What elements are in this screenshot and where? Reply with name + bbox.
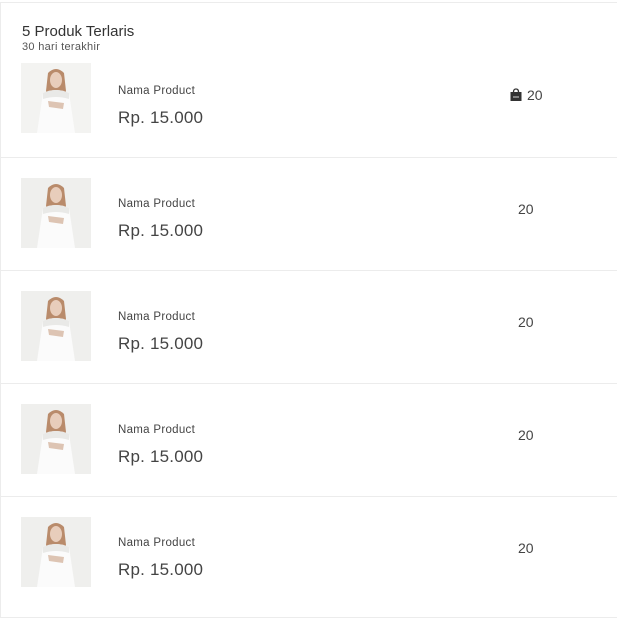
product-price: Rp. 15.000	[118, 560, 204, 579]
product-thumbnail[interactable]	[21, 291, 91, 361]
product-price: Rp. 15.000	[118, 334, 204, 353]
product-name: Nama Product	[118, 537, 196, 549]
product-thumbnail[interactable]	[21, 63, 91, 133]
product-thumbnail[interactable]	[21, 517, 91, 587]
sold-count-value: 20	[518, 427, 534, 443]
product-name: Nama Product	[118, 198, 196, 210]
sold-count: 20	[518, 314, 534, 330]
sold-count: 20	[518, 427, 534, 443]
sold-count: 20	[518, 540, 534, 556]
top-products-card: 5 Produk Terlaris 30 hari terakhir Nama …	[0, 2, 617, 618]
sold-count-value: 20	[518, 201, 534, 217]
shopping-bag-icon	[509, 88, 523, 102]
product-name: Nama Product	[118, 311, 196, 323]
product-thumbnail[interactable]	[21, 178, 91, 248]
sold-count-value: 20	[518, 540, 534, 556]
product-price: Rp. 15.000	[118, 108, 204, 127]
product-row[interactable]: Nama Product Rp. 15.000 20	[1, 157, 617, 271]
product-row[interactable]: Nama Product Rp. 15.000 20	[1, 270, 617, 384]
product-row[interactable]: Nama Product Rp. 15.000 20	[1, 45, 617, 158]
product-price: Rp. 15.000	[118, 447, 204, 466]
product-thumbnail[interactable]	[21, 404, 91, 474]
sold-count: 20	[518, 201, 534, 217]
sold-count: 20	[509, 87, 543, 103]
card-title: 5 Produk Terlaris	[22, 23, 135, 40]
product-name: Nama Product	[118, 85, 196, 97]
product-name: Nama Product	[118, 424, 196, 436]
product-row[interactable]: Nama Product Rp. 15.000 20	[1, 383, 617, 497]
product-price: Rp. 15.000	[118, 221, 204, 240]
product-row[interactable]: Nama Product Rp. 15.000 20	[1, 496, 617, 610]
sold-count-value: 20	[527, 87, 543, 103]
sold-count-value: 20	[518, 314, 534, 330]
